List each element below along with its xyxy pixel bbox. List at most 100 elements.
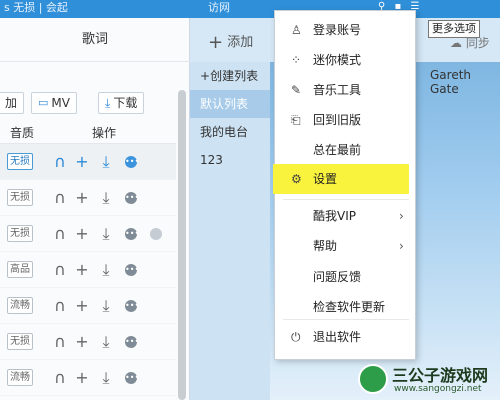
scrollbar[interactable] — [178, 90, 186, 400]
menu-item-exit[interactable]: ⏻ 退出软件 — [275, 322, 415, 352]
table-row[interactable]: 无损 ∩ + ⤓ ••• — [0, 180, 176, 216]
menu-item-label: 退出软件 — [313, 330, 362, 344]
table-row[interactable]: 流畅 ∩ + ⤓ ••• — [0, 360, 176, 396]
quality-badge: 无损 — [7, 225, 33, 242]
add-icon[interactable]: + — [72, 151, 92, 173]
download-icon[interactable]: ⤓ — [96, 187, 116, 209]
title-left-text: s 无损 | 会起 — [4, 1, 68, 14]
add-icon[interactable]: + — [72, 223, 92, 245]
more-options-tooltip: 更多选项 — [428, 20, 480, 38]
add-icon[interactable]: + — [72, 367, 92, 389]
gear-icon: ⚙ — [291, 172, 302, 186]
more-icon[interactable]: ••• — [125, 228, 139, 240]
menu-item-vip[interactable]: 酷我VIP › — [275, 201, 415, 231]
column-header: 音质 操作 — [0, 120, 176, 144]
headphone-icon[interactable]: ∩ — [50, 151, 70, 173]
title-center-text: 访网 — [208, 1, 230, 14]
cloud-icon: ☁ — [450, 36, 462, 50]
title-bar: s 无损 | 会起 访网 ⚲ ▪ ☰ — [0, 0, 500, 18]
watermark-url: www.sangongzi.net — [394, 384, 482, 394]
headphone-icon[interactable]: ∩ — [50, 367, 70, 389]
download-button-label: 下载 — [113, 96, 138, 110]
add-icon[interactable]: + — [72, 295, 92, 317]
left-panel: 歌词 加 ▭ MV ⤓ 下载 音质 操作 无损 ∩ + ⤓ ••• 无损 ∩ +… — [0, 18, 190, 400]
playlist-panel: + 添加 +创建列表 默认列表 我的电台 123 — [190, 18, 500, 400]
menu-item-always-on-top[interactable]: 总在最前 — [275, 135, 415, 165]
chevron-right-icon: › — [399, 209, 404, 223]
menu-item-label: 登录账号 — [313, 23, 362, 37]
chevron-right-icon: › — [399, 239, 404, 253]
table-row[interactable]: 流畅 ∩ + ⤓ ••• — [0, 288, 176, 324]
menu-item-help[interactable]: 帮助 › — [275, 231, 415, 261]
headphone-icon[interactable]: ∩ — [50, 331, 70, 353]
more-icon[interactable]: ••• — [125, 192, 139, 204]
headphone-icon[interactable]: ∩ — [50, 295, 70, 317]
menu-item-label: 总在最前 — [313, 143, 362, 157]
add-playlist-button[interactable]: + 添加 — [208, 31, 253, 53]
download-icon[interactable]: ⤓ — [96, 259, 116, 281]
mini-mode-icon: ⁘ — [291, 53, 302, 67]
mv-button-label: MV — [51, 96, 70, 110]
artist-name: Gareth Gate — [430, 68, 472, 96]
table-row[interactable]: 无损 ∩ + ⤓ ••• — [0, 144, 176, 180]
headphone-icon[interactable]: ∩ — [50, 223, 70, 245]
more-icon[interactable]: ••• — [125, 372, 139, 384]
more-icon[interactable]: ••• — [125, 156, 139, 168]
sync-label: 同步 — [465, 36, 490, 50]
quality-badge: 高品 — [7, 261, 33, 278]
headphone-icon[interactable]: ∩ — [50, 187, 70, 209]
menu-item-feedback[interactable]: 问题反馈 — [275, 262, 415, 292]
menu-item-mini-mode[interactable]: ⁘ 迷你模式 — [275, 45, 415, 75]
menu-item-label: 迷你模式 — [313, 53, 362, 67]
menu-item-music-tools[interactable]: ✎ 音乐工具 — [275, 75, 415, 105]
headphone-icon[interactable]: ∩ — [50, 259, 70, 281]
create-list-button[interactable]: +创建列表 — [190, 62, 270, 90]
menu-item-settings[interactable]: ⚙ 设置 — [273, 164, 409, 194]
more-icon[interactable]: ••• — [125, 300, 139, 312]
old-version-icon: ⎗ — [291, 113, 301, 127]
menu-item-label: 帮助 — [313, 239, 338, 253]
download-icon: ⤓ — [105, 96, 111, 110]
add-icon[interactable]: + — [72, 259, 92, 281]
plus-icon: + — [208, 32, 224, 53]
menu-item-label: 检查软件更新 — [313, 300, 386, 314]
watermark-title: 三公子游戏网 — [392, 366, 489, 385]
download-icon[interactable]: ⤓ — [96, 223, 116, 245]
menu-divider — [283, 319, 409, 320]
create-list-label: 创建列表 — [210, 69, 259, 83]
add-button[interactable]: 加 — [0, 92, 25, 114]
exit-icon: ⏻ — [291, 330, 301, 344]
download-icon[interactable]: ⤓ — [96, 151, 116, 173]
playlist-item[interactable]: 123 — [190, 146, 270, 174]
download-icon[interactable]: ⤓ — [96, 367, 116, 389]
menu-item-label: 酷我VIP — [313, 209, 356, 223]
tab-lyrics[interactable]: 歌词 — [0, 18, 190, 62]
table-row[interactable]: 无损 ∩ + ⤓ ••• — [0, 216, 176, 252]
menu-item-label: 音乐工具 — [313, 83, 362, 97]
tools-icon: ✎ — [291, 83, 302, 97]
table-row[interactable]: 无损 ∩ + ⤓ ••• — [0, 324, 176, 360]
add-icon[interactable]: + — [72, 187, 92, 209]
watermark: 三公子游戏网 www.sangongzi.net — [358, 358, 498, 398]
mv-icon: ▭ — [38, 96, 49, 109]
mv-button[interactable]: ▭ MV — [31, 92, 77, 114]
column-quality: 音质 — [10, 126, 35, 140]
playlist-item[interactable]: 默认列表 — [190, 90, 270, 118]
more-options-menu: ♙ 登录账号 ⁘ 迷你模式 ✎ 音乐工具 ⎗ 回到旧版 总在最前 ⚙ 设置 酷我… — [273, 10, 416, 360]
menu-item-old-version[interactable]: ⎗ 回到旧版 — [275, 105, 415, 135]
playlist-item[interactable]: 我的电台 — [190, 118, 270, 146]
plus-icon: + — [200, 69, 211, 83]
add-icon[interactable]: + — [72, 331, 92, 353]
globe-icon[interactable] — [150, 228, 162, 240]
add-button-label: 加 — [5, 96, 18, 110]
menu-item-check-update[interactable]: 检查软件更新 — [275, 292, 415, 322]
more-icon[interactable]: ••• — [125, 264, 139, 276]
column-actions: 操作 — [92, 126, 117, 140]
download-button[interactable]: ⤓ 下载 — [98, 92, 145, 114]
menu-item-login[interactable]: ♙ 登录账号 — [275, 15, 415, 45]
download-icon[interactable]: ⤓ — [96, 331, 116, 353]
download-icon[interactable]: ⤓ — [96, 295, 116, 317]
quality-badge: 无损 — [7, 153, 33, 170]
table-row[interactable]: 高品 ∩ + ⤓ ••• — [0, 252, 176, 288]
more-icon[interactable]: ••• — [125, 336, 139, 348]
